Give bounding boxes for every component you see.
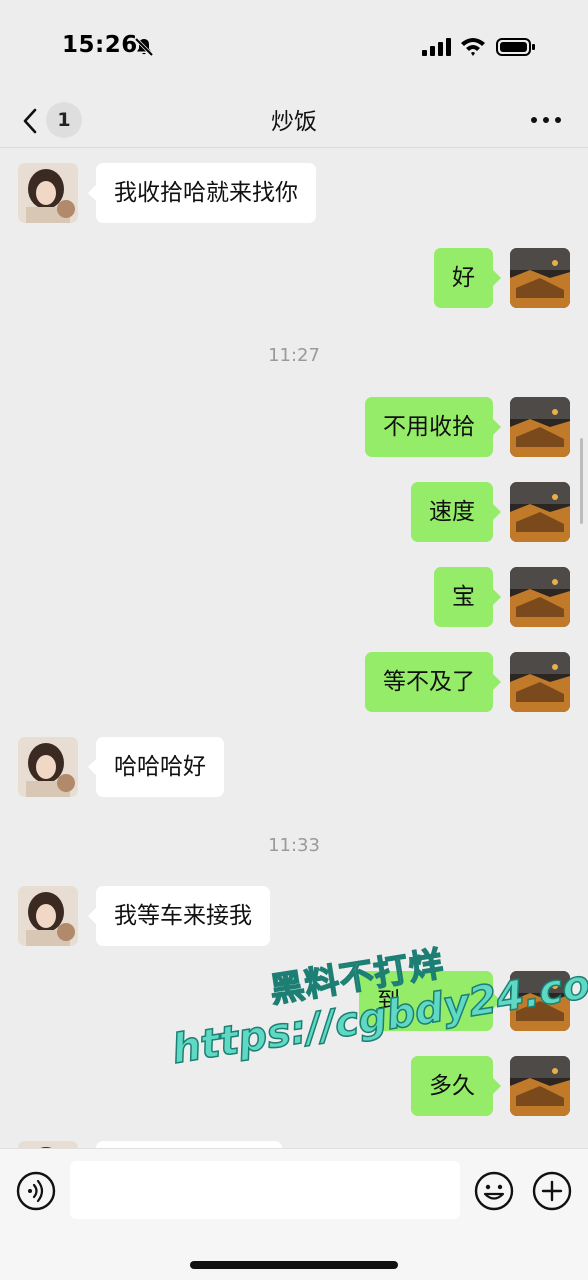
emoji-icon[interactable] [474,1171,514,1211]
self-avatar-photo [510,397,570,457]
message-bubble-sent[interactable]: 多久 [411,1056,501,1116]
self-avatar-photo [510,1056,570,1116]
self-avatar-photo [510,248,570,308]
contact-avatar[interactable] [18,163,78,223]
contact-avatar-photo [18,163,78,223]
chat-screen: 15:26 1 炒饭 我收拾哈就来找你 好 11:27 不用收拾 速度 宝 等不… [0,0,588,1280]
contact-avatar[interactable] [18,1141,78,1148]
self-avatar-photo [510,652,570,712]
chevron-left-icon [23,108,37,134]
plus-icon[interactable] [532,1171,572,1211]
message-bubble-received[interactable]: 哈哈哈好 [88,737,224,797]
mute-bell-icon [134,37,154,57]
self-avatar[interactable] [510,971,570,1031]
self-avatar-photo [510,482,570,542]
message-list[interactable]: 我收拾哈就来找你 好 11:27 不用收拾 速度 宝 等不及了 哈哈哈好 11:… [0,148,588,1148]
home-indicator[interactable] [190,1261,398,1269]
message-bubble-sent[interactable]: 不用收拾 [365,397,501,457]
voice-icon[interactable] [16,1171,56,1211]
message-bubble-received[interactable]: 我收拾哈就来找你 [88,163,316,223]
message-bubble-sent[interactable]: 到 [359,971,501,1031]
self-avatar[interactable] [510,397,570,457]
message-bubble-sent[interactable]: 速度 [411,482,501,542]
back-button[interactable]: 1 [20,100,86,140]
status-time: 15:26 [62,32,138,58]
timestamp: 11:33 [268,835,320,856]
contact-avatar-photo [18,886,78,946]
status-bar: 15:26 [0,0,588,92]
message-input[interactable] [70,1161,460,1219]
contact-avatar[interactable] [18,886,78,946]
self-avatar-photo [510,971,570,1031]
self-avatar[interactable] [510,482,570,542]
message-bubble-received[interactable] [96,1141,282,1148]
message-bubble-sent[interactable]: 宝 [434,567,501,627]
chat-title: 炒饭 [271,109,317,135]
message-bubble-received[interactable]: 我等车来接我 [88,886,270,946]
contact-avatar-photo [18,1141,78,1148]
scroll-indicator[interactable] [580,438,583,524]
self-avatar[interactable] [510,248,570,308]
more-dots-icon[interactable] [526,104,566,136]
wifi-icon [461,38,485,56]
chat-header: 1 炒饭 [0,92,588,148]
battery-icon [496,38,535,56]
message-bubble-sent[interactable]: 等不及了 [365,652,501,712]
self-avatar[interactable] [510,652,570,712]
message-bubble-sent[interactable]: 好 [434,248,501,308]
input-bar [0,1148,588,1280]
contact-avatar-photo [18,737,78,797]
unread-count-badge: 1 [46,102,82,138]
timestamp: 11:27 [268,345,320,366]
cellular-signal-icon [422,38,451,56]
self-avatar[interactable] [510,1056,570,1116]
self-avatar[interactable] [510,567,570,627]
contact-avatar[interactable] [18,737,78,797]
self-avatar-photo [510,567,570,627]
